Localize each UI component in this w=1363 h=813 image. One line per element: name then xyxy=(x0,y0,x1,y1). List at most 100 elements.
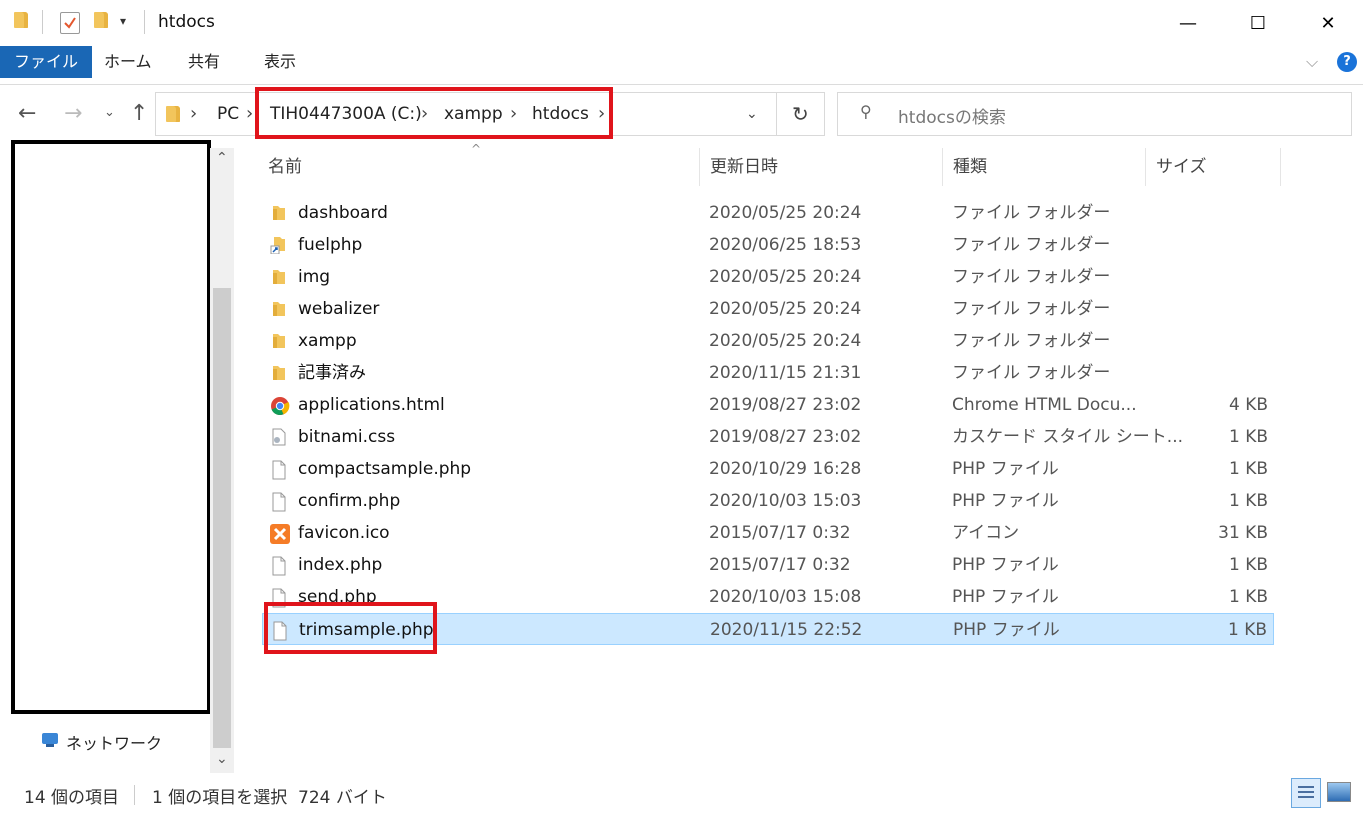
file-date: 2020/10/03 15:03 xyxy=(709,491,862,511)
minimize-button[interactable]: — xyxy=(1153,0,1223,46)
refresh-icon[interactable]: ↻ xyxy=(792,93,809,135)
divider xyxy=(776,93,777,135)
file-size: 1 KB xyxy=(1228,427,1268,447)
file-row[interactable]: index.php 2015/07/17 0:32 PHP ファイル 1 KB xyxy=(262,549,1274,581)
file-name: index.php xyxy=(298,555,383,575)
recent-locations-icon[interactable]: ⌄ xyxy=(104,105,115,120)
properties-icon[interactable] xyxy=(60,12,80,34)
tab-home[interactable]: ホーム xyxy=(90,46,166,78)
file-row[interactable]: dashboard 2020/05/25 20:24 ファイル フォルダー xyxy=(262,197,1274,229)
scroll-thumb[interactable] xyxy=(213,288,231,748)
file-size: 1 KB xyxy=(1228,587,1268,607)
up-arrow-icon[interactable]: ↑ xyxy=(130,101,148,126)
maximize-button[interactable]: ☐ xyxy=(1223,0,1293,46)
column-header-type[interactable]: 種類 xyxy=(943,148,987,186)
customize-toolbar-icon[interactable]: ▾ xyxy=(120,14,126,28)
search-placeholder: htdocsの検索 xyxy=(898,108,1006,128)
status-bar: 14 個の項目 1 個の項目を選択 724 バイト xyxy=(0,773,1363,813)
shortcut-icon xyxy=(270,236,288,255)
file-row[interactable]: fuelphp 2020/06/25 18:53 ファイル フォルダー xyxy=(262,229,1274,261)
file-date: 2015/07/17 0:32 xyxy=(709,523,851,543)
file-date: 2015/07/17 0:32 xyxy=(709,555,851,575)
xampp-icon xyxy=(270,524,290,544)
redacted-block xyxy=(11,140,211,714)
file-row[interactable]: favicon.ico 2015/07/17 0:32 アイコン 31 KB xyxy=(262,517,1274,549)
file-type: ファイル フォルダー xyxy=(952,235,1111,255)
file-row[interactable]: confirm.php 2020/10/03 15:03 PHP ファイル 1 KB xyxy=(262,485,1274,517)
file-size: 1 KB xyxy=(1228,555,1268,575)
breadcrumb-pc[interactable]: PC xyxy=(217,93,239,135)
tab-file[interactable]: ファイル xyxy=(0,46,93,78)
column-header-name[interactable]: 名前 xyxy=(258,148,302,186)
help-icon[interactable]: ? xyxy=(1337,52,1357,72)
folder-icon xyxy=(270,332,288,350)
file-name: compactsample.php xyxy=(298,459,472,479)
file-name: dashboard xyxy=(298,203,388,223)
address-highlight-box xyxy=(255,87,613,139)
file-type: Chrome HTML Docu... xyxy=(952,395,1137,415)
file-date: 2020/10/29 16:28 xyxy=(709,459,862,479)
file-size: 1 KB xyxy=(1227,620,1267,640)
file-type: PHP ファイル xyxy=(952,555,1059,575)
file-date: 2020/06/25 18:53 xyxy=(709,235,862,255)
file-type: ファイル フォルダー xyxy=(952,267,1111,287)
file-type: PHP ファイル xyxy=(952,459,1059,479)
tab-view[interactable]: 表示 xyxy=(250,46,310,78)
details-view-icon[interactable] xyxy=(1291,778,1321,808)
new-folder-icon[interactable] xyxy=(94,12,108,28)
scroll-up-icon[interactable]: ⌃ xyxy=(216,150,228,166)
divider xyxy=(144,10,145,34)
file-size: 1 KB xyxy=(1228,459,1268,479)
chrome-icon xyxy=(270,396,290,416)
scroll-down-icon[interactable]: ⌄ xyxy=(216,751,228,767)
column-header-date[interactable]: 更新日時 xyxy=(700,148,778,186)
file-name: favicon.ico xyxy=(298,523,390,543)
chevron-right-icon[interactable]: › xyxy=(246,93,253,135)
address-dropdown-icon[interactable]: ⌄ xyxy=(746,93,758,135)
nav-item-network[interactable]: ネットワーク xyxy=(66,730,162,754)
file-row[interactable]: webalizer 2020/05/25 20:24 ファイル フォルダー xyxy=(262,293,1274,325)
file-name: fuelphp xyxy=(298,235,363,255)
file-icon xyxy=(270,556,288,576)
network-icon xyxy=(40,729,60,747)
css-file-icon xyxy=(270,428,288,446)
folder-icon xyxy=(166,106,180,122)
file-highlight-box xyxy=(264,602,437,654)
divider xyxy=(134,785,135,805)
close-button[interactable]: ✕ xyxy=(1293,0,1363,46)
forward-arrow-icon[interactable]: → xyxy=(64,101,82,126)
file-row[interactable]: img 2020/05/25 20:24 ファイル フォルダー xyxy=(262,261,1274,293)
file-row[interactable]: applications.html 2019/08/27 23:02 Chrome … xyxy=(262,389,1274,421)
file-icon xyxy=(270,460,288,480)
column-header-size[interactable]: サイズ xyxy=(1146,148,1207,186)
chevron-right-icon[interactable]: › xyxy=(190,93,197,135)
search-box[interactable]: ⚲ htdocsの検索 xyxy=(837,92,1352,136)
file-name: bitnami.css xyxy=(298,427,396,447)
file-row[interactable]: compactsample.php 2020/10/29 16:28 PHP ファイ… xyxy=(262,453,1274,485)
file-date: 2019/08/27 23:02 xyxy=(709,427,862,447)
divider xyxy=(1280,148,1281,186)
file-row[interactable]: bitnami.css 2019/08/27 23:02 カスケード スタイル シー… xyxy=(262,421,1274,453)
file-date: 2020/11/15 22:52 xyxy=(710,620,863,640)
file-name: img xyxy=(298,267,331,287)
file-row[interactable]: 記事済み 2020/11/15 21:31 ファイル フォルダー xyxy=(262,357,1274,389)
large-icons-view-icon[interactable] xyxy=(1327,782,1351,802)
file-row[interactable]: xampp 2020/05/25 20:24 ファイル フォルダー xyxy=(262,325,1274,357)
file-type: ファイル フォルダー xyxy=(952,363,1111,383)
file-name: xampp xyxy=(298,331,357,351)
file-type: PHP ファイル xyxy=(952,491,1059,511)
file-name: 記事済み xyxy=(298,363,366,383)
file-type: アイコン xyxy=(952,523,1020,543)
file-date: 2020/05/25 20:24 xyxy=(709,267,862,287)
file-icon xyxy=(270,492,288,512)
file-type: PHP ファイル xyxy=(952,587,1059,607)
file-type: PHP ファイル xyxy=(953,620,1060,640)
tab-share[interactable]: 共有 xyxy=(174,46,234,78)
nav-scrollbar[interactable]: ⌃ ⌄ xyxy=(210,148,234,773)
expand-ribbon-icon[interactable]: ⌵ xyxy=(1306,52,1318,72)
window-title: htdocs xyxy=(158,12,215,32)
back-arrow-icon[interactable]: ← xyxy=(18,101,36,126)
ribbon: ファイル ホーム 共有 表示 ⌵ ? xyxy=(0,46,1363,85)
file-name: applications.html xyxy=(298,395,445,415)
navigation-pane[interactable]: ネットワーク xyxy=(0,140,211,768)
